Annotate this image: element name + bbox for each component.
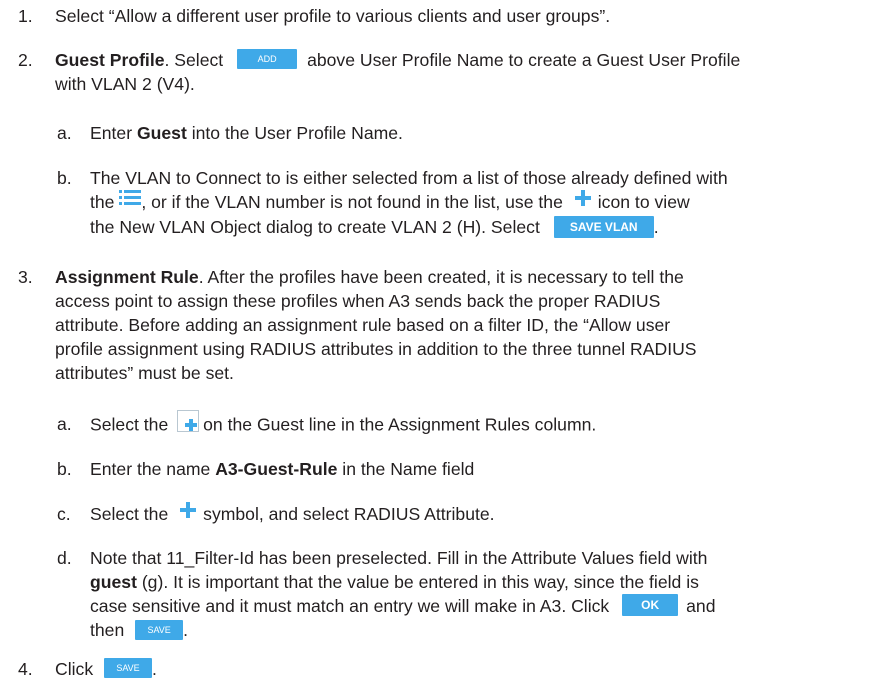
save-button: SAVE bbox=[104, 658, 153, 679]
step-heading: Assignment Rule bbox=[55, 267, 199, 287]
plus-icon bbox=[179, 501, 197, 525]
step-heading: Guest Profile bbox=[55, 50, 165, 70]
list-icon bbox=[119, 189, 142, 213]
step-text: Select “Allow a different user profile t… bbox=[55, 6, 611, 26]
ok-button: OK bbox=[622, 594, 679, 617]
document-page: 1. Select “Allow a different user profil… bbox=[0, 0, 881, 689]
step-number: 1. bbox=[18, 6, 33, 26]
add-assignment-icon bbox=[177, 410, 200, 438]
add-button: ADD bbox=[237, 49, 298, 70]
save-vlan-button: SAVE VLAN bbox=[553, 215, 654, 238]
step-text: Guest Profile. Select ADD above User Prof… bbox=[55, 49, 741, 94]
plus-icon bbox=[574, 189, 592, 213]
step-number: 2. bbox=[18, 50, 33, 70]
save-button: SAVE bbox=[135, 619, 184, 640]
